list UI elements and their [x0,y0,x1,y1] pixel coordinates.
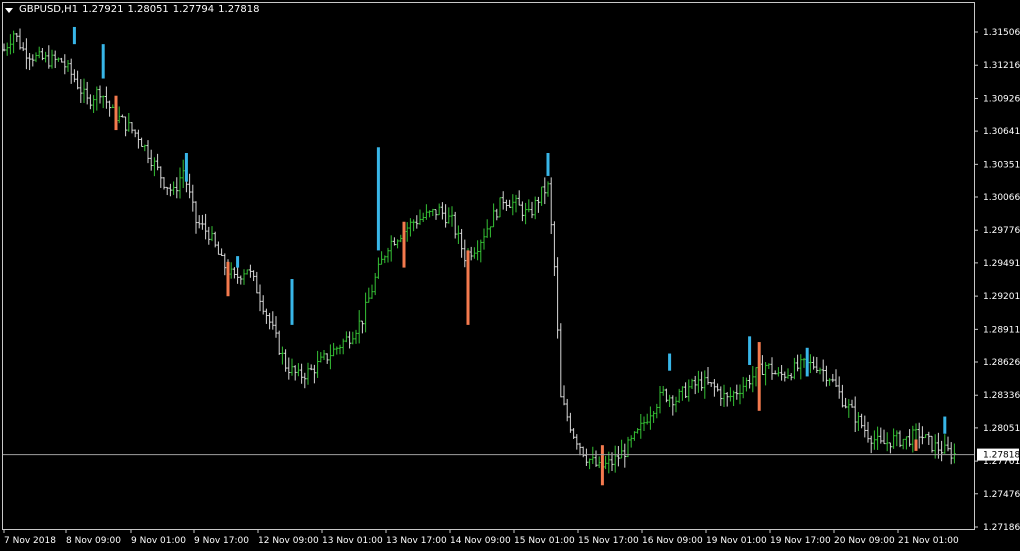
x-tick-label: 7 Nov 2018 [4,536,56,546]
chart-window[interactable]: 1.31506 1.31216 1.30926 1.30641 1.30351 1.300… [0,0,1020,551]
highlight-bar [757,342,761,411]
y-tick-label: 1.28051 [983,424,1020,434]
highlight-bar [466,250,470,325]
y-tick-label: 1.29201 [983,292,1020,302]
price-chart[interactable]: 1.31506 1.31216 1.30926 1.30641 1.30351 1.300… [0,0,1020,551]
low-value: 1.27794 [172,4,215,15]
highlight-bar [668,353,672,371]
x-tick-label: 9 Nov 17:00 [194,536,249,546]
highlight-bar [600,445,604,486]
y-tick-label: 1.28626 [983,358,1020,368]
x-tick-label: 15 Nov 17:00 [578,536,639,546]
y-tick-label: 1.30066 [983,193,1020,203]
highlight-bar [914,439,918,451]
highlight-bar [184,153,188,182]
highlight-bar [376,147,380,251]
chart-header: GBPUSD,H1 1.27921 1.28051 1.27794 1.2781… [5,4,260,16]
y-tick-label: 1.30926 [983,94,1020,104]
highlight-bar [748,336,752,365]
highlight-bar [114,95,118,131]
current-price-label: 1.27818 [983,451,1020,461]
highlight-bar [226,261,230,297]
x-tick-label: 16 Nov 09:00 [642,536,703,546]
highlight-bar [236,256,240,268]
highlight-bar [805,347,809,377]
x-tick-label: 12 Nov 09:00 [258,536,319,546]
x-tick-label: 20 Nov 09:00 [834,536,895,546]
highlight-bar [402,221,406,268]
y-tick-label: 1.29776 [983,226,1020,236]
x-tick-label: 13 Nov 01:00 [322,536,383,546]
highlight-bar [72,26,76,45]
highlight-bar [101,44,105,79]
high-value: 1.28051 [127,4,169,15]
x-tick-label: 19 Nov 17:00 [770,536,831,546]
y-tick-label: 1.30641 [983,127,1020,137]
close-value: 1.27818 [218,4,260,15]
dropdown-arrow-icon[interactable] [5,7,13,13]
y-tick-label: 1.27186 [983,523,1020,533]
x-tick-label: 19 Nov 01:00 [706,536,767,546]
symbol-label: GBPUSD,H1 [19,4,79,15]
highlight-bar [290,279,294,325]
x-tick-label: 8 Nov 09:00 [66,536,121,546]
y-tick-label: 1.28336 [983,391,1020,401]
y-tick-label: 1.31216 [983,61,1020,71]
y-tick-label: 1.29491 [983,259,1020,269]
y-tick-label: 1.30351 [983,160,1020,170]
x-tick-label: 13 Nov 17:00 [386,536,447,546]
x-tick-label: 14 Nov 09:00 [450,536,511,546]
x-tick-label: 15 Nov 01:00 [514,536,575,546]
x-tick-label: 21 Nov 01:00 [898,536,959,546]
x-tick-label: 9 Nov 01:00 [131,536,186,546]
y-tick-label: 1.28911 [983,325,1020,335]
highlight-bar [943,416,947,434]
y-tick-label: 1.31506 [983,28,1020,38]
highlight-bar [546,153,550,176]
open-value: 1.27921 [82,4,124,15]
bars-group [2,26,956,486]
y-tick-label: 1.27476 [983,490,1020,500]
